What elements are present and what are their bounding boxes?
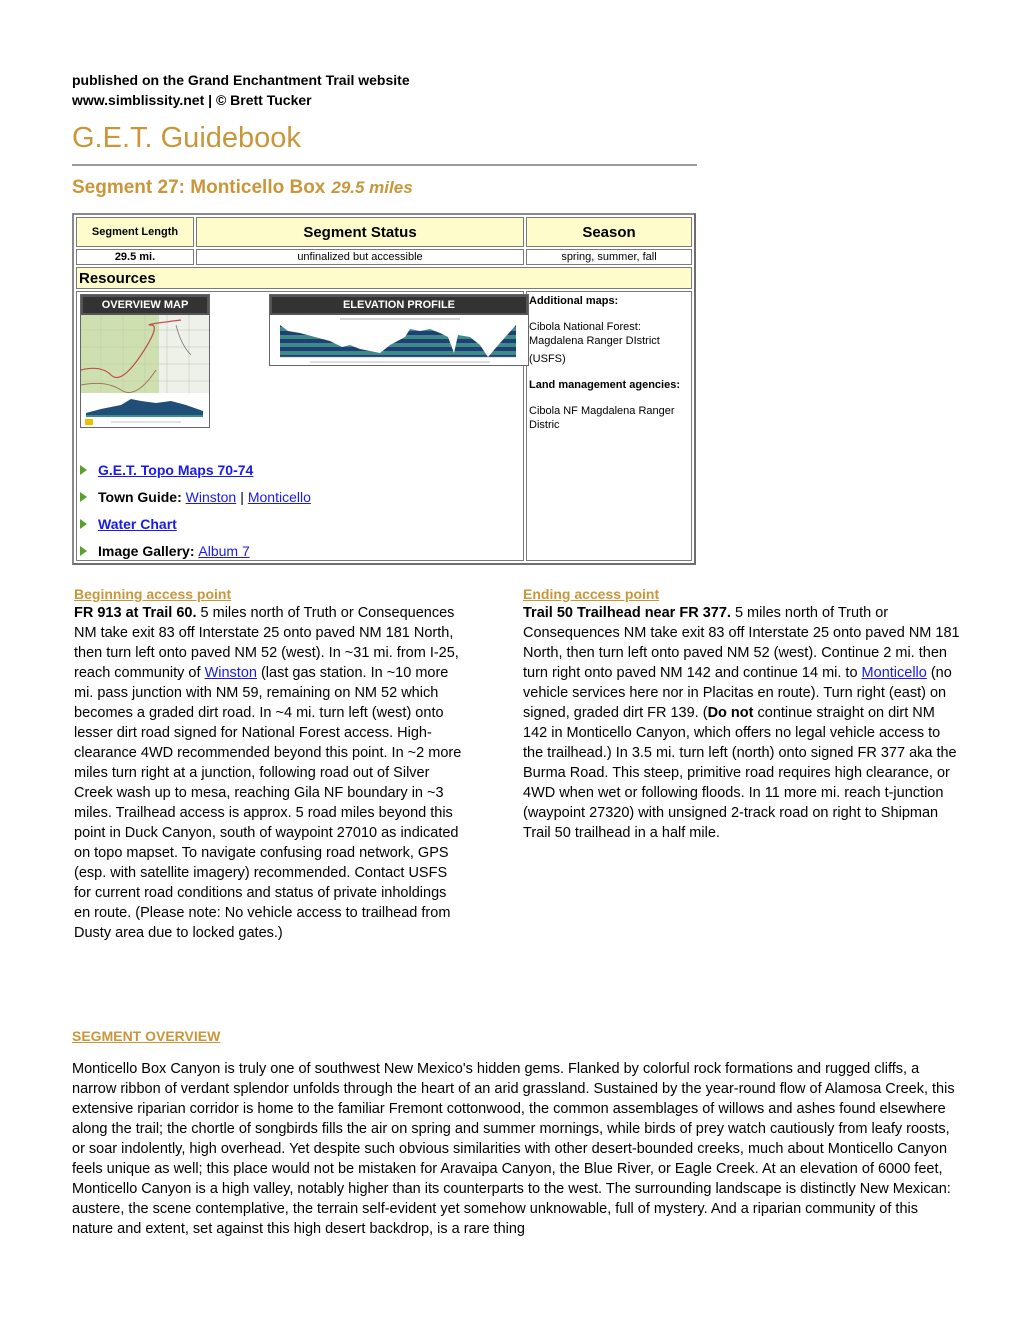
topo-map-graphic: [81, 315, 209, 427]
title-divider: [72, 164, 697, 166]
segment-status-value: unfinalized but accessible: [196, 249, 524, 265]
bullet-arrow-icon: [80, 518, 87, 529]
ending-access-heading: Ending access point: [523, 586, 660, 602]
segment-overview-text: Monticello Box Canyon is truly one of so…: [72, 1061, 955, 1237]
winston-inline-link[interactable]: Winston: [205, 665, 257, 681]
segment-info-table: Segment Length Segment Status Season 29.…: [72, 213, 696, 565]
col-segment-length: Segment Length: [76, 217, 194, 247]
segment-overview-section: Monticello Box Canyon is truly one of so…: [72, 1059, 957, 1239]
segment-overview-heading: SEGMENT OVERVIEW: [72, 1028, 221, 1044]
monticello-inline-link[interactable]: Monticello: [862, 665, 927, 681]
elevation-profile-graphic: [270, 315, 528, 365]
elevation-profile-label: ELEVATION PROFILE: [270, 295, 528, 315]
bullet-arrow-icon: [80, 545, 87, 556]
bullet-arrow-icon: [80, 491, 87, 502]
credit-line: www.simblissity.net | © Brett Tucker: [72, 92, 312, 108]
beginning-access-lead: FR 913 at Trail 60.: [74, 605, 197, 621]
beginning-access-section: Beginning access point FR 913 at Trail 6…: [74, 585, 464, 943]
guidebook-page: published on the Grand Enchantment Trail…: [72, 70, 960, 1237]
water-chart-link[interactable]: Water Chart: [98, 516, 177, 532]
col-segment-status: Segment Status: [196, 217, 524, 247]
list-item: G.E.T. Topo Maps 70-74: [80, 456, 311, 483]
land-management-label: Land management agencies:: [529, 379, 680, 391]
overview-map-label: OVERVIEW MAP: [81, 295, 209, 315]
additional-maps-label: Additional maps:: [529, 295, 619, 307]
table-row: 29.5 mi. unfinalized but accessible spri…: [76, 249, 692, 265]
town-guide-label: Town Guide:: [98, 488, 182, 505]
list-item: Image Gallery: Album 7: [80, 537, 311, 564]
winston-link[interactable]: Winston: [186, 489, 237, 505]
bullet-arrow-icon: [80, 464, 87, 475]
resource-links: G.E.T. Topo Maps 70-74 Town Guide: Winst…: [80, 456, 311, 564]
do-not-emphasis: Do not: [707, 705, 754, 721]
list-item: Town Guide: Winston | Monticello: [80, 483, 311, 510]
ending-text-part: continue straight on dirt NM 142 in Mont…: [523, 705, 957, 841]
resources-heading: Resources: [76, 267, 692, 289]
col-season: Season: [526, 217, 692, 247]
ending-access-lead: Trail 50 Trailhead near FR 377.: [523, 605, 731, 621]
segment-length-value: 29.5 mi.: [76, 249, 194, 265]
topo-maps-link[interactable]: G.E.T. Topo Maps 70-74: [98, 462, 253, 478]
elevation-profile-image[interactable]: [270, 315, 528, 365]
beginning-text-part: (last gas station. In ~10 more mi. pass …: [74, 665, 462, 941]
overview-map-thumbnail[interactable]: OVERVIEW MAP: [80, 294, 210, 428]
segment-title: Segment 27: Monticello Box 29.5 miles: [72, 176, 952, 200]
resources-cell: OVERVIEW MAP ELEVATION PROFILE G.E.T. To…: [76, 291, 529, 564]
season-value: spring, summer, fall: [526, 249, 692, 265]
image-gallery-label: Image Gallery:: [98, 542, 195, 559]
monticello-link[interactable]: Monticello: [248, 489, 311, 505]
table-header-row: Segment Length Segment Status Season: [76, 217, 692, 247]
ending-access-section: Ending access point Trail 50 Trailhead n…: [523, 585, 963, 843]
town-separator: |: [240, 488, 244, 505]
land-management-text: Cibola NF Magdalena Ranger Distric: [529, 405, 675, 431]
ending-access-text: Trail 50 Trailhead near FR 377. 5 miles …: [523, 603, 963, 843]
overview-map-image[interactable]: [81, 315, 209, 427]
segment-name: Segment 27: Monticello Box: [72, 177, 326, 198]
additional-info-cell: Additional maps: Cibola National Forest:…: [526, 291, 692, 561]
list-item: Water Chart: [80, 510, 311, 537]
page-title: G.E.T. Guidebook: [72, 122, 301, 154]
beginning-access-heading: Beginning access point: [74, 586, 232, 602]
additional-maps-agency: (USFS): [529, 353, 566, 365]
segment-miles: 29.5 miles: [331, 178, 413, 197]
additional-maps-text: Cibola National Forest: Magdalena Ranger…: [529, 321, 660, 347]
beginning-access-text: FR 913 at Trail 60. 5 miles north of Tru…: [74, 603, 464, 943]
album-link[interactable]: Album 7: [198, 543, 249, 559]
elevation-profile-thumbnail[interactable]: ELEVATION PROFILE: [269, 294, 529, 366]
published-line: published on the Grand Enchantment Trail…: [72, 72, 410, 88]
